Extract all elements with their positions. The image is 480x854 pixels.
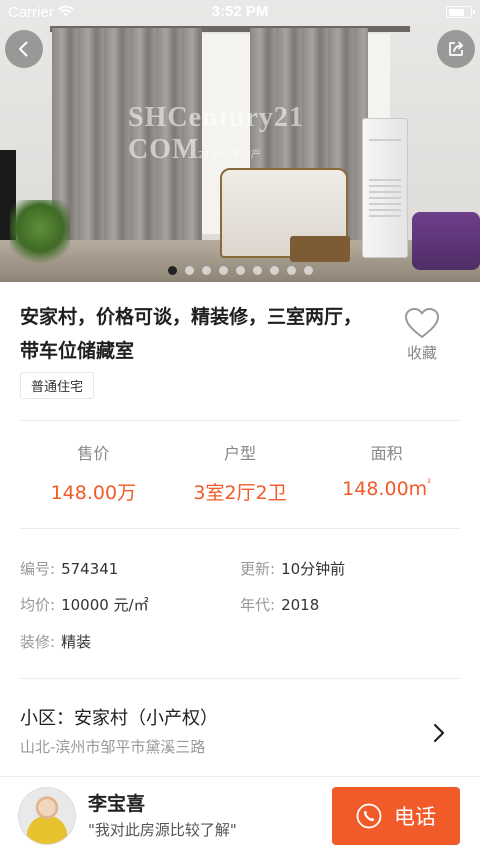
carousel-dot[interactable] [184, 266, 194, 275]
stat-value: 148.00万 [50, 482, 137, 504]
carousel-dot[interactable] [269, 266, 279, 275]
detail-key: 更新: [240, 560, 276, 578]
back-button[interactable] [5, 30, 43, 68]
battery-icon [446, 6, 475, 18]
divider [20, 528, 460, 529]
share-icon [449, 41, 464, 56]
phone-icon [356, 803, 382, 829]
call-label: 电话 [394, 805, 436, 829]
photo-coffee-table [290, 236, 350, 262]
listing-photo[interactable]: SHCentury21 COM 21世纪不动产 [0, 0, 480, 282]
carousel-dot[interactable] [252, 266, 262, 275]
photo-chair [412, 212, 480, 270]
property-type-tag: 普通住宅 [20, 372, 95, 399]
carousel-dot[interactable] [201, 266, 211, 275]
community-name: 小区：安家村（小产权） [20, 708, 218, 729]
stat-value: 3室2厅2卫 [193, 482, 287, 504]
stat-area: 面积 148.00m² [313, 440, 460, 510]
detail-key: 装修: [20, 633, 56, 651]
detail-value: 精装 [61, 633, 92, 651]
listing-header: 安家村，价格可谈，精装修，三室两厅，带车位储藏室 普通住宅 [20, 300, 380, 399]
carousel-dot[interactable] [235, 266, 245, 275]
divider [20, 678, 460, 679]
carousel-dot[interactable] [286, 266, 296, 275]
detail-value: 10000 元/㎡ [61, 596, 149, 614]
carousel-dots[interactable] [0, 266, 480, 276]
stat-price: 售价 148.00万 [20, 440, 167, 510]
watermark-sub: 21世纪不动产 [198, 150, 261, 161]
divider [20, 420, 460, 421]
photo-plant [10, 200, 70, 270]
detail-unit-price: 均价: 10000 元/㎡ [20, 594, 149, 615]
stat-area-value: 148.00m [342, 478, 428, 500]
detail-id: 编号: 574341 [20, 558, 118, 579]
key-stats: 售价 148.00万 户型 3室2厅2卫 面积 148.00m² [20, 440, 460, 510]
community-row[interactable]: 小区：安家村（小产权） 山北-滨州市邹平市黛溪三路 [20, 704, 460, 764]
stat-layout: 户型 3室2厅2卫 [167, 440, 314, 510]
agent-avatar[interactable] [18, 787, 76, 845]
detail-year: 年代: 2018 [240, 594, 319, 615]
listing-title: 安家村，价格可谈，精装修，三室两厅，带车位储藏室 [20, 306, 363, 362]
detail-decoration: 装修: 精装 [20, 631, 91, 652]
heart-icon [405, 308, 439, 338]
detail-key: 年代: [240, 596, 276, 614]
detail-value: 10分钟前 [281, 560, 346, 578]
battery-fill [448, 8, 464, 16]
detail-row: 均价: 10000 元/㎡ 年代: 2018 [20, 594, 460, 618]
call-button[interactable]: 电话 [332, 787, 460, 845]
stat-label: 户型 [224, 444, 257, 463]
clock: 3:52 PM [211, 3, 269, 20]
stat-value: 148.00m² [313, 478, 460, 500]
community-address: 山北-滨州市邹平市黛溪三路 [20, 738, 206, 756]
detail-value: 2018 [281, 596, 320, 614]
detail-key: 均价: [20, 596, 56, 614]
chevron-right-icon [433, 723, 445, 743]
carousel-dot[interactable] [303, 266, 313, 275]
agent-quote: "我对此房源比较了解" [88, 821, 237, 839]
carousel-dot[interactable] [167, 266, 177, 275]
favorite-label: 收藏 [406, 344, 437, 362]
stat-area-unit: ² [427, 478, 432, 489]
agent-bar: 李宝喜 "我对此房源比较了解" 电话 [0, 776, 480, 854]
photo-air-conditioner [362, 118, 408, 258]
chevron-left-icon [19, 41, 28, 57]
detail-value: 574341 [61, 560, 119, 578]
photo-watermark: SHCentury21 COM 21世纪不动产 [128, 102, 358, 165]
carousel-dot[interactable] [218, 266, 228, 275]
detail-row: 编号: 574341 更新: 10分钟前 [20, 558, 460, 582]
status-bar: Carrier 3:52 PM [0, 0, 480, 24]
detail-key: 编号: [20, 560, 56, 578]
detail-updated: 更新: 10分钟前 [240, 558, 345, 579]
agent-name: 李宝喜 [88, 793, 146, 815]
favorite-button[interactable]: 收藏 [398, 306, 446, 363]
detail-row: 装修: 精装 [20, 631, 460, 655]
stat-label: 面积 [370, 444, 403, 463]
share-button[interactable] [437, 30, 475, 68]
stat-label: 售价 [77, 444, 110, 463]
